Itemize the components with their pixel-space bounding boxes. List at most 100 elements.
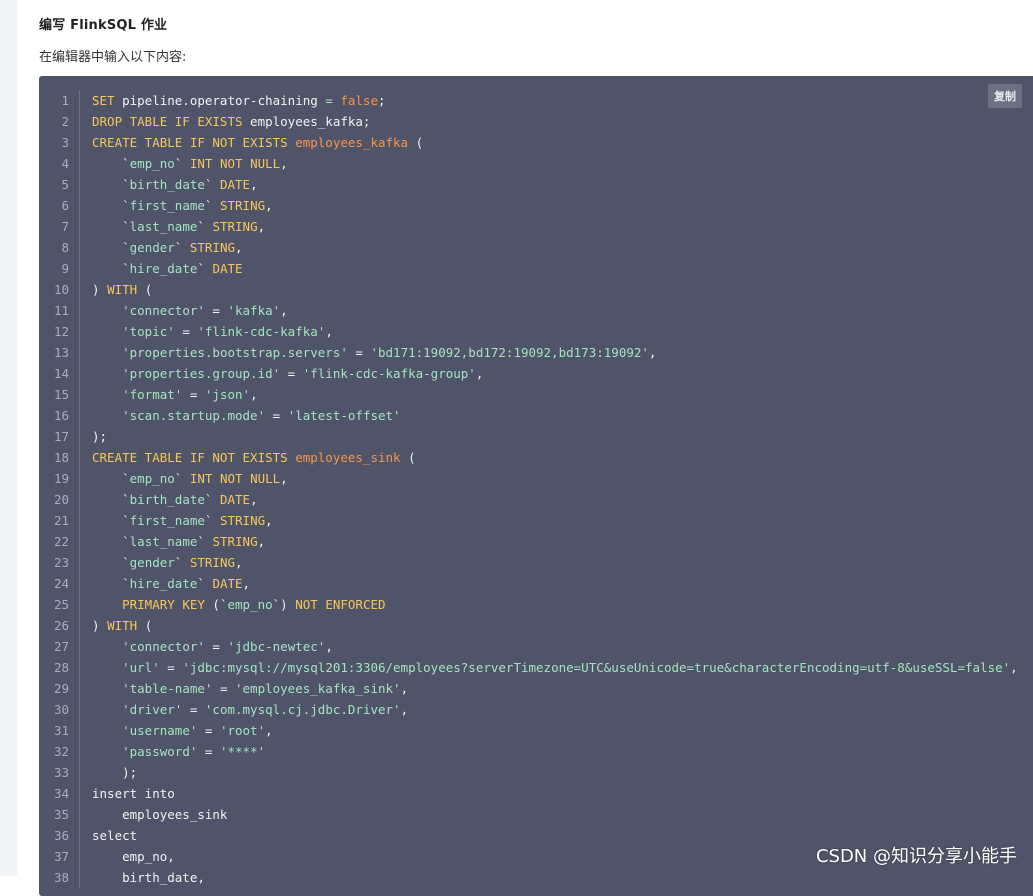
line-number: 37 [53,849,69,864]
code-token: ` [204,177,220,192]
code-token: 'table-name' [122,681,213,696]
code-token: ` [197,534,213,549]
line-number: 25 [53,597,69,612]
code-line: `birth_date` DATE, [92,489,1018,510]
code-token: ` [92,492,130,507]
code-line: birth_date, [92,867,1018,888]
code-token: ` [92,156,130,171]
code-token: 'com.mysql.cj.jdbc.Driver' [204,702,401,717]
code-token: ` [92,555,130,570]
code-token: 'bd171:19092,bd172:19092,bd173:19092' [370,345,649,360]
line-number: 21 [53,513,69,528]
code-token: ; [378,93,386,108]
code-line: 'username' = 'root', [92,720,1018,741]
code-token: hire_date [129,576,198,591]
code-token: ` [92,198,130,213]
code-token: , [235,240,243,255]
line-number: 11 [53,303,69,318]
code-line: ) WITH ( [92,279,1018,300]
code-token: last_name [129,534,198,549]
code-token: employees_sink [295,450,401,465]
code-token: ( [137,282,153,297]
code-token: , [265,198,273,213]
code-token: , [242,576,251,591]
code-line: `birth_date` DATE, [92,174,1018,195]
code-token: 'connector' [122,639,205,654]
code-line: 'connector' = 'jdbc-newtec', [92,636,1018,657]
code-token: , [325,639,333,654]
code-token: CREATE TABLE IF NOT EXISTS [92,450,288,465]
code-token: ` [197,576,213,591]
code-token: employees_kafka; [242,114,371,129]
line-number: 38 [53,870,69,885]
code-token: '****' [219,744,266,759]
page-gutter [0,0,17,876]
code-token: ` [204,513,220,528]
line-number: 29 [53,681,69,696]
code-line: 'url' = 'jdbc:mysql://mysql201:3306/empl… [92,657,1018,678]
line-number: 20 [53,492,69,507]
code-token: ( [400,450,416,465]
code-token: 'username' [122,723,198,738]
code-line: `gender` STRING, [92,237,1018,258]
code-token: ) [92,282,108,297]
code-block: 复制 1 2 3 4 5 6 7 8 9 10 11 12 13 14 15 16 17 18 19 20 21 22 23… [39,76,1033,896]
code-line: 'properties.bootstrap.servers' = 'bd171:… [92,342,1018,363]
code-token: emp_no [129,156,175,171]
code-line: DROP TABLE IF EXISTS employees_kafka; [92,111,1018,132]
code-token: , [250,177,258,192]
code-token: INT NOT NULL [189,156,281,171]
code-token: 'password' [122,744,198,759]
line-number: 28 [53,660,69,675]
code-token: PRIMARY KEY [122,597,205,612]
code-token: , [250,387,258,402]
code-line: 'connector' = 'kafka', [92,300,1018,321]
code-token: first_name [129,513,205,528]
code-token: = [159,660,183,675]
code-token: 'flink-cdc-kafka-group' [302,366,476,381]
code-token: DATE [212,576,243,591]
code-token: , [325,324,333,339]
code-token: ` [174,156,190,171]
code-token: DROP TABLE IF EXISTS [92,114,243,129]
code-line: 'properties.group.id' = 'flink-cdc-kafka… [92,363,1018,384]
code-token: , [257,534,266,549]
code-token: 'flink-cdc-kafka' [197,324,326,339]
code-token: ` [174,471,190,486]
code-token: ( [408,135,424,150]
code-line: ) WITH ( [92,615,1018,636]
code-token: emp_no [227,597,273,612]
line-number: 27 [53,639,69,654]
line-number: 18 [53,450,69,465]
code-token: ` [174,240,190,255]
code-token: WITH [107,282,138,297]
code-token: birth_date [129,492,205,507]
code-token: , [265,723,273,738]
line-number: 5 [61,177,69,192]
code-line: `hire_date` DATE, [92,573,1018,594]
code-token: ` [204,492,220,507]
code-token: , [257,219,266,234]
line-number: 19 [53,471,69,486]
code-token: 'format' [122,387,183,402]
code-line: employees_sink [92,804,1018,825]
code-token: ` [197,219,213,234]
code-lines: SET pipeline.operator-chaining = false; D… [92,90,1018,888]
code-token: 'latest-offset' [287,408,401,423]
code-token: = [265,408,288,423]
line-number: 33 [53,765,69,780]
code-token: employees_sink [92,807,228,822]
code-token: 'driver' [122,702,183,717]
code-token: ` [174,555,190,570]
code-line: 'driver' = 'com.mysql.cj.jdbc.Driver', [92,699,1018,720]
line-number: 24 [53,576,69,591]
code-token: = [204,303,228,318]
code-token: ` [92,177,130,192]
line-number: 13 [53,345,69,360]
code-line: CREATE TABLE IF NOT EXISTS employees_sin… [92,447,1018,468]
